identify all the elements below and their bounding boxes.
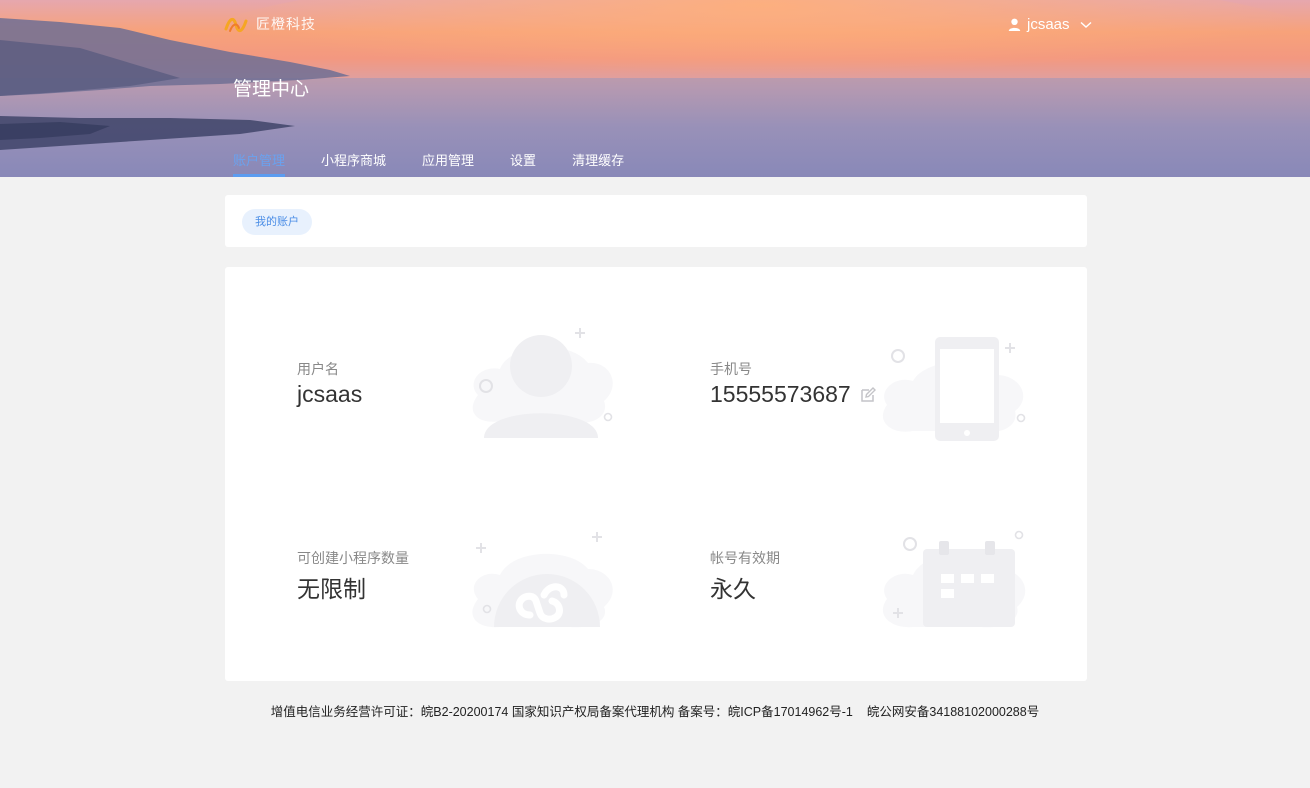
tab-clear-cache[interactable]: 清理缓存 (572, 150, 624, 177)
logo-text: 匠橙科技 (256, 16, 316, 32)
footer-police-link[interactable]: 皖公网安备34188102000288号 (867, 705, 1039, 719)
user-menu[interactable]: jcsaas (1008, 16, 1092, 33)
phone-text: 15555573687 (710, 381, 851, 407)
phone-label: 手机号 (710, 361, 752, 377)
page-title: 管理中心 (233, 79, 310, 100)
header-banner: 匠橙科技 jcsaas 管理中心 账户管理 小程序商城 应用管理 设置 清理缓存 (0, 0, 1310, 177)
tab-settings[interactable]: 设置 (510, 150, 536, 177)
logo-mark-icon (224, 18, 248, 32)
username-value: jcsaas (297, 381, 362, 408)
breadcrumb-my-account[interactable]: 我的账户 (242, 209, 312, 235)
main-nav: 账户管理 小程序商城 应用管理 设置 清理缓存 (233, 150, 660, 177)
account-info-card: 用户名 jcsaas 手机号 15555573687 可创建小程序数量 无限制 … (225, 267, 1087, 681)
username-text: jcsaas (297, 381, 363, 407)
expiry-label: 帐号有效期 (710, 550, 780, 566)
calendar-icon (882, 530, 1026, 628)
username-label: 用户名 (297, 361, 339, 377)
tab-account-management[interactable]: 账户管理 (233, 150, 286, 177)
miniprogram-quota-value: 无限制 (297, 570, 366, 604)
user-icon (472, 328, 613, 438)
phone-icon (882, 337, 1026, 441)
chevron-down-icon (1080, 21, 1091, 28)
user-icon (1008, 18, 1021, 31)
miniprogram-quota-label: 可创建小程序数量 (297, 550, 409, 566)
footer-license-link[interactable]: 增值电信业务经营许可证：皖B2-20200174 国家知识产权局备案代理机构 备… (271, 705, 853, 719)
breadcrumb: 我的账户 (225, 195, 1087, 247)
phone-value: 15555573687 (710, 381, 876, 408)
tab-miniprogram-store[interactable]: 小程序商城 (321, 150, 386, 177)
expiry-text: 永久 (710, 576, 756, 602)
company-logo[interactable]: 匠橙科技 (224, 12, 316, 36)
footer: 增值电信业务经营许可证：皖B2-20200174 国家知识产权局备案代理机构 备… (0, 701, 1310, 720)
expiry-value: 永久 (710, 570, 756, 604)
miniprogram-icon (472, 532, 613, 628)
tab-app-management[interactable]: 应用管理 (422, 150, 474, 177)
username-label: jcsaas (1027, 16, 1070, 33)
miniprogram-quota-text: 无限制 (297, 576, 366, 602)
